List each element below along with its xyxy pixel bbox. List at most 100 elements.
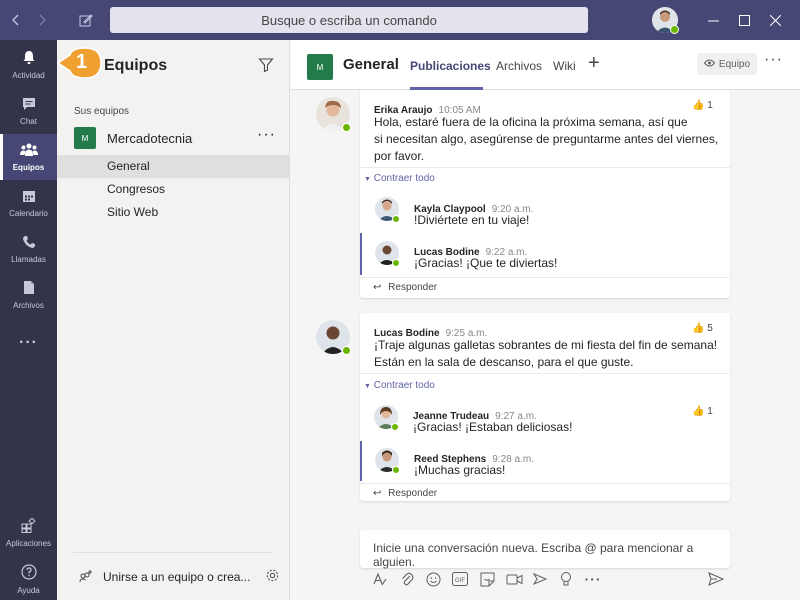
compose-icon[interactable] xyxy=(72,0,100,40)
team-button-label: Equipo xyxy=(718,58,751,70)
minimize-icon[interactable] xyxy=(698,0,728,40)
conversation-feed: Erika Araujo 10:05 AM 👍 1 Hola, estaré fu… xyxy=(291,90,800,600)
title-bar: Busque o escriba un comando xyxy=(0,0,800,40)
filter-icon[interactable] xyxy=(258,57,274,78)
maximize-icon[interactable] xyxy=(729,0,759,40)
meet-now-icon[interactable] xyxy=(505,570,523,588)
channel-more-options-button[interactable]: ··· xyxy=(764,51,783,69)
appbar-label: Archivos xyxy=(13,301,44,310)
like-reaction[interactable]: 👍 5 xyxy=(692,323,713,334)
appbar-label: Actividad xyxy=(12,71,45,80)
attach-icon[interactable] xyxy=(398,570,416,588)
chat-icon xyxy=(22,97,36,113)
team-row-mercadotecnia[interactable]: M Mercadotecnia ··· xyxy=(57,126,290,154)
new-conversation-input[interactable]: Inicie una conversación nueva. Escriba @… xyxy=(360,530,730,569)
apps-icon xyxy=(21,517,36,535)
join-or-create-team-button[interactable]: Unirse a un equipo o crea... xyxy=(57,562,290,592)
message-body: Hola, estaré fuera de la oficina la próx… xyxy=(374,114,724,165)
presence-available-icon xyxy=(392,215,400,223)
appbar-label: Ayuda xyxy=(17,585,40,595)
appbar-label: Aplicaciones xyxy=(6,539,51,548)
more-options-icon[interactable]: ··· xyxy=(584,570,602,588)
appbar-item-activity[interactable]: Actividad xyxy=(0,42,57,88)
join-team-label: Unirse a un equipo o crea... xyxy=(103,570,251,584)
presence-available-icon xyxy=(392,466,400,474)
forward-arrow-icon[interactable] xyxy=(28,0,56,40)
like-count: 1 xyxy=(707,406,713,417)
team-more-options-button[interactable]: ··· xyxy=(257,126,276,144)
search-input[interactable]: Busque o escriba un comando xyxy=(110,7,588,33)
thumbs-up-icon: 👍 xyxy=(692,100,705,111)
like-count: 5 xyxy=(707,323,713,334)
appbar-item-files[interactable]: Archivos xyxy=(0,272,57,318)
like-count: 1 xyxy=(707,100,713,111)
divider xyxy=(73,552,273,553)
like-reaction[interactable]: 👍 1 xyxy=(692,100,713,111)
reply-arrow-icon: ↩ xyxy=(373,488,382,499)
teams-icon xyxy=(19,143,38,159)
appbar-label: Calendario xyxy=(9,208,48,218)
reply-button[interactable]: ↩ Responder xyxy=(373,488,437,499)
reply-label: Responder xyxy=(388,282,438,293)
thumbs-up-icon: 👍 xyxy=(692,406,705,417)
collapse-all-button[interactable]: ▼ Contraer todo xyxy=(364,173,435,184)
reply-label: Responder xyxy=(388,488,438,499)
appbar-item-help[interactable]: Ayuda xyxy=(0,556,57,600)
appbar-label: Equipos xyxy=(12,162,45,172)
teams-panel-title: Equipos xyxy=(104,57,168,74)
caret-down-icon: ▼ xyxy=(364,383,371,390)
team-info-button[interactable]: Equipo xyxy=(697,53,757,75)
add-tab-button[interactable]: + xyxy=(588,52,600,75)
divider xyxy=(360,277,730,278)
channel-item-sitio-web[interactable]: Sitio Web xyxy=(57,201,290,224)
svg-text:GIF: GIF xyxy=(455,578,465,584)
teams-panel: Equipos Sus equipos M Mercadotecnia ··· … xyxy=(57,40,290,600)
caret-down-icon: ▼ xyxy=(364,176,371,183)
settings-gear-icon[interactable] xyxy=(265,568,280,586)
appbar-item-calls[interactable]: Llamadas xyxy=(0,226,57,272)
channel-title: General xyxy=(343,56,399,73)
appbar-item-apps[interactable]: Aplicaciones xyxy=(0,510,57,556)
file-icon xyxy=(23,280,35,297)
reply-message: Kayla Claypool 9:20 a.m. !Diviértete en t… xyxy=(360,190,730,230)
appbar-more-button[interactable]: ··· xyxy=(0,320,57,366)
appbar-item-chat[interactable]: Chat xyxy=(0,88,57,134)
message-thread: Lucas Bodine 9:25 a.m. 👍 5 ¡Traje algunas… xyxy=(360,313,730,501)
appbar-label: Chat xyxy=(20,116,37,126)
collapse-all-button[interactable]: ▼ Contraer todo xyxy=(364,380,435,391)
divider xyxy=(360,373,730,374)
appbar-label: Llamadas xyxy=(11,254,46,264)
praise-icon[interactable] xyxy=(557,570,575,588)
reply-body: ¡Gracias! ¡Que te diviertas! xyxy=(414,256,558,270)
channel-team-avatar: M xyxy=(307,54,333,80)
back-arrow-icon[interactable] xyxy=(2,0,30,40)
send-icon[interactable] xyxy=(707,570,725,588)
message-line: si necesitan algo, asegúrense de pregunt… xyxy=(374,132,719,146)
presence-available-icon xyxy=(342,123,351,132)
format-icon[interactable] xyxy=(371,570,389,588)
tab-publicaciones[interactable]: Publicaciones xyxy=(410,59,491,73)
team-avatar: M xyxy=(74,127,96,149)
emoji-icon[interactable] xyxy=(424,570,442,588)
reply-button[interactable]: ↩ Responder xyxy=(373,282,437,293)
appbar-item-calendar[interactable]: Calendario xyxy=(0,180,57,226)
presence-available-icon xyxy=(391,423,399,431)
calendar-icon xyxy=(22,189,36,205)
tab-archivos[interactable]: Archivos xyxy=(496,59,542,73)
sticker-icon[interactable] xyxy=(478,570,496,588)
app-bar: Actividad Chat Equipos Calendario Llamad… xyxy=(0,40,57,600)
stream-icon[interactable] xyxy=(531,570,549,588)
team-name: Mercadotecnia xyxy=(107,131,193,146)
channel-item-general[interactable]: General xyxy=(57,155,290,178)
message-thread: Erika Araujo 10:05 AM 👍 1 Hola, estaré fu… xyxy=(360,90,730,298)
channel-header: M General Publicaciones Archivos Wiki + … xyxy=(291,40,800,90)
add-team-icon xyxy=(79,570,93,587)
channel-item-congresos[interactable]: Congresos xyxy=(57,178,290,201)
like-reaction[interactable]: 👍 1 xyxy=(692,406,713,417)
tab-wiki[interactable]: Wiki xyxy=(553,59,576,73)
gif-icon[interactable]: GIF xyxy=(451,570,469,588)
message-line: Están en la sala de descanso, para el qu… xyxy=(374,355,634,369)
reply-arrow-icon: ↩ xyxy=(373,282,382,293)
appbar-item-teams[interactable]: Equipos xyxy=(0,134,57,180)
close-icon[interactable] xyxy=(760,0,790,40)
